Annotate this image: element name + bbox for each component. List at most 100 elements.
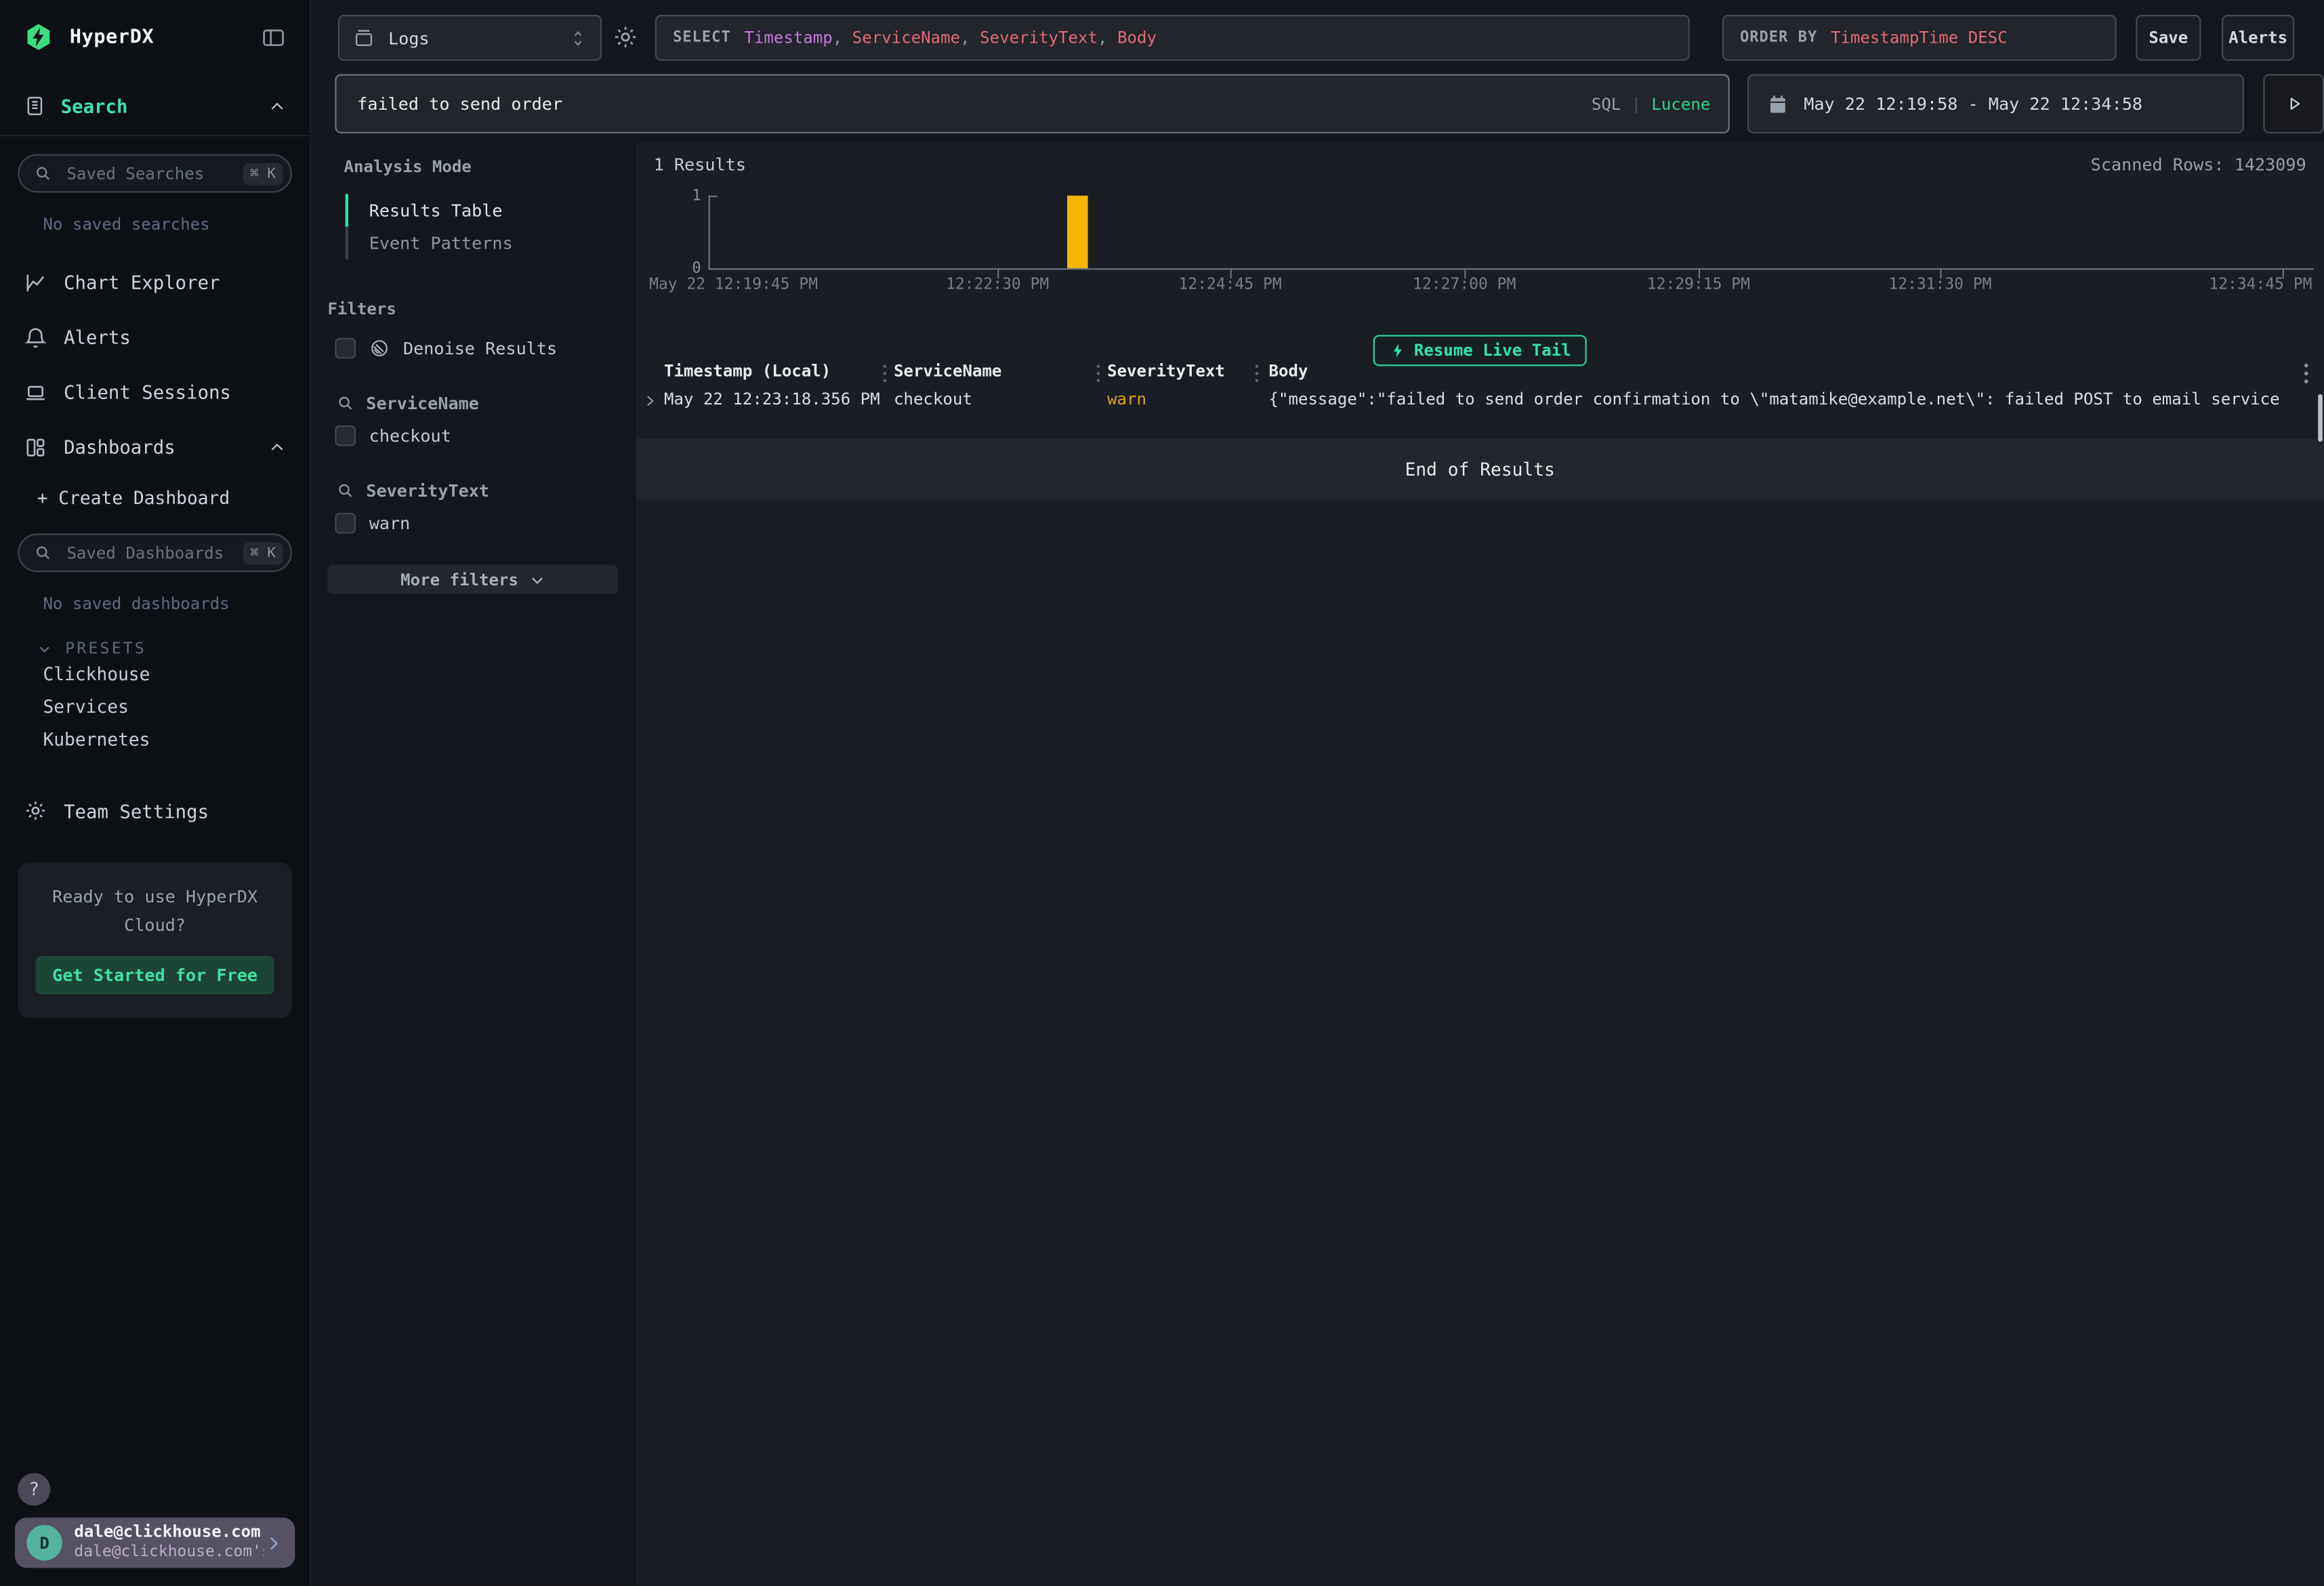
create-dashboard-button[interactable]: + Create Dashboard (37, 480, 310, 516)
help-button[interactable]: ? (18, 1473, 50, 1505)
column-resize-handle[interactable] (1251, 363, 1263, 384)
nav-label: Client Sessions (64, 381, 231, 403)
filters-title: Filters (327, 299, 634, 318)
y-tick-1: 1 (692, 188, 701, 205)
presets-label: PRESETS (65, 640, 146, 658)
x-tick-label: 12:31:30 PM (1888, 276, 1991, 293)
collapse-sidebar-icon[interactable] (261, 24, 286, 49)
lang-toggle-sql[interactable]: SQL (1592, 94, 1621, 113)
expand-row-chevron-icon[interactable] (643, 393, 657, 409)
query-comma: , (1098, 28, 1117, 47)
sidebar-item-search[interactable]: Search (0, 95, 310, 117)
table-header: Timestamp (Local) ServiceName SeverityTe… (636, 362, 2324, 387)
source-select-value: Logs (388, 27, 430, 48)
analysis-mode-event-patterns[interactable]: Event Patterns (346, 227, 635, 259)
filters-panel: Analysis Mode Results Table Event Patter… (311, 142, 634, 1586)
order-by-value: TimestampTime DESC (1831, 28, 2008, 47)
user-info: dale@clickhouse.com dale@clickhouse.com'… (74, 1522, 264, 1564)
play-icon (2283, 93, 2304, 114)
denoise-checkbox[interactable] (335, 338, 356, 359)
sidebar-item-client-sessions[interactable]: Client Sessions (0, 364, 310, 419)
laptop-icon (24, 380, 47, 404)
filter-option-label[interactable]: checkout (369, 425, 451, 446)
logo-row: HyperDX (0, 0, 310, 54)
query-col-body: Body (1117, 28, 1157, 47)
end-of-results-banner: End of Results (636, 439, 2324, 500)
chevron-up-icon[interactable] (268, 438, 286, 455)
run-query-button[interactable] (2263, 74, 2324, 133)
avatar: D (26, 1525, 62, 1561)
lang-toggle-lucene[interactable]: Lucene (1651, 94, 1710, 113)
column-header-servicename[interactable]: ServiceName (894, 362, 1001, 381)
column-header-body[interactable]: Body (1269, 362, 1308, 381)
checkout-checkbox[interactable] (335, 425, 356, 446)
user-card[interactable]: D dale@clickhouse.com dale@clickhouse.co… (15, 1518, 295, 1568)
column-header-severitytext[interactable]: SeverityText (1107, 362, 1225, 381)
column-resize-handle[interactable] (1092, 363, 1104, 384)
sidebar-item-chart-explorer[interactable]: Chart Explorer (0, 255, 310, 310)
warn-checkbox[interactable] (335, 513, 356, 534)
chart-line-icon (24, 270, 47, 294)
denoise-icon (369, 338, 390, 359)
sidebar: HyperDX Search ⌘ K No saved searches (0, 0, 311, 1586)
cell-servicename: checkout (894, 390, 972, 409)
presets-header[interactable]: PRESETS (37, 640, 310, 658)
chevron-up-icon[interactable] (268, 97, 286, 114)
y-tick-0: 0 (692, 261, 701, 277)
x-tick-label: 12:22:30 PM (946, 276, 1049, 293)
user-team: dale@clickhouse.com's (74, 1543, 264, 1564)
search-icon (34, 165, 51, 182)
sidebar-nav: Chart Explorer Alerts Client Sessions Da… (0, 255, 310, 474)
table-options-kebab-icon[interactable] (2300, 362, 2312, 385)
analysis-mode-results-table[interactable]: Results Table (346, 194, 635, 227)
scrollbar-thumb[interactable] (2318, 394, 2323, 442)
search-query-input[interactable] (354, 92, 1592, 116)
get-started-button[interactable]: Get Started for Free (36, 956, 274, 995)
more-filters-button[interactable]: More filters (327, 564, 618, 594)
saved-dashboards-input[interactable] (64, 542, 243, 564)
saved-dashboards-input-wrap: ⌘ K (18, 534, 292, 572)
dashboard-grid-icon (24, 435, 47, 459)
chevron-down-icon (37, 642, 52, 656)
hyperdx-logo-icon (24, 21, 54, 54)
nav-label: Alerts (64, 326, 131, 348)
x-axis (709, 268, 2314, 270)
alerts-button[interactable]: Alerts (2222, 15, 2294, 61)
table-row[interactable]: May 22 12:23:18.356 PM checkout warn {"m… (636, 388, 2324, 415)
search-nav-label: Search (61, 95, 128, 117)
topbar: Logs SELECTTimestamp, ServiceName, Sever… (311, 0, 2324, 142)
select-columns-input[interactable]: SELECTTimestamp, ServiceName, SeverityTe… (655, 15, 1690, 61)
x-tick-label: 12:34:45 PM (2209, 276, 2312, 293)
time-range-value: May 22 12:19:58 - May 22 12:34:58 (1804, 93, 2142, 114)
promo-text: Ready to use HyperDX Cloud? (36, 883, 274, 940)
brand-name: HyperDX (70, 26, 154, 48)
denoise-label[interactable]: Denoise Results (403, 338, 557, 359)
histogram-bar[interactable] (1067, 196, 1088, 268)
search-icon (337, 482, 354, 499)
query-col-timestamp: Timestamp (744, 28, 832, 47)
sidebar-item-alerts[interactable]: Alerts (0, 310, 310, 364)
save-button[interactable]: Save (2136, 15, 2201, 61)
sidebar-item-dashboards[interactable]: Dashboards (0, 419, 310, 474)
preset-item-kubernetes[interactable]: Kubernetes (43, 724, 310, 756)
cloud-promo-card: Ready to use HyperDX Cloud? Get Started … (18, 862, 292, 1018)
source-settings-gear-icon[interactable] (612, 24, 638, 50)
analysis-mode-title: Analysis Mode (344, 157, 635, 176)
query-col-servicename: ServiceName (852, 28, 960, 47)
no-saved-dashboards-note: No saved dashboards (43, 594, 310, 613)
filter-option-label[interactable]: warn (369, 513, 411, 534)
time-range-picker[interactable]: May 22 12:19:58 - May 22 12:34:58 (1747, 74, 2244, 133)
filter-group-severitytext: SeverityText (337, 480, 635, 501)
order-by-input[interactable]: ORDER BYTimestampTime DESC (1722, 15, 2117, 61)
denoise-filter-row: Denoise Results (335, 338, 634, 359)
preset-item-services[interactable]: Services (43, 690, 310, 723)
sidebar-item-team-settings[interactable]: Team Settings (0, 789, 310, 833)
source-select[interactable]: Logs (338, 15, 602, 61)
column-header-timestamp[interactable]: Timestamp (Local) (664, 362, 831, 381)
saved-searches-input-wrap: ⌘ K (18, 154, 292, 193)
shortcut-badge: ⌘ K (243, 163, 283, 185)
column-resize-handle[interactable] (879, 363, 891, 384)
preset-item-clickhouse[interactable]: Clickhouse (43, 658, 310, 690)
saved-searches-input[interactable] (64, 163, 243, 185)
filter-option-warn: warn (335, 513, 634, 534)
